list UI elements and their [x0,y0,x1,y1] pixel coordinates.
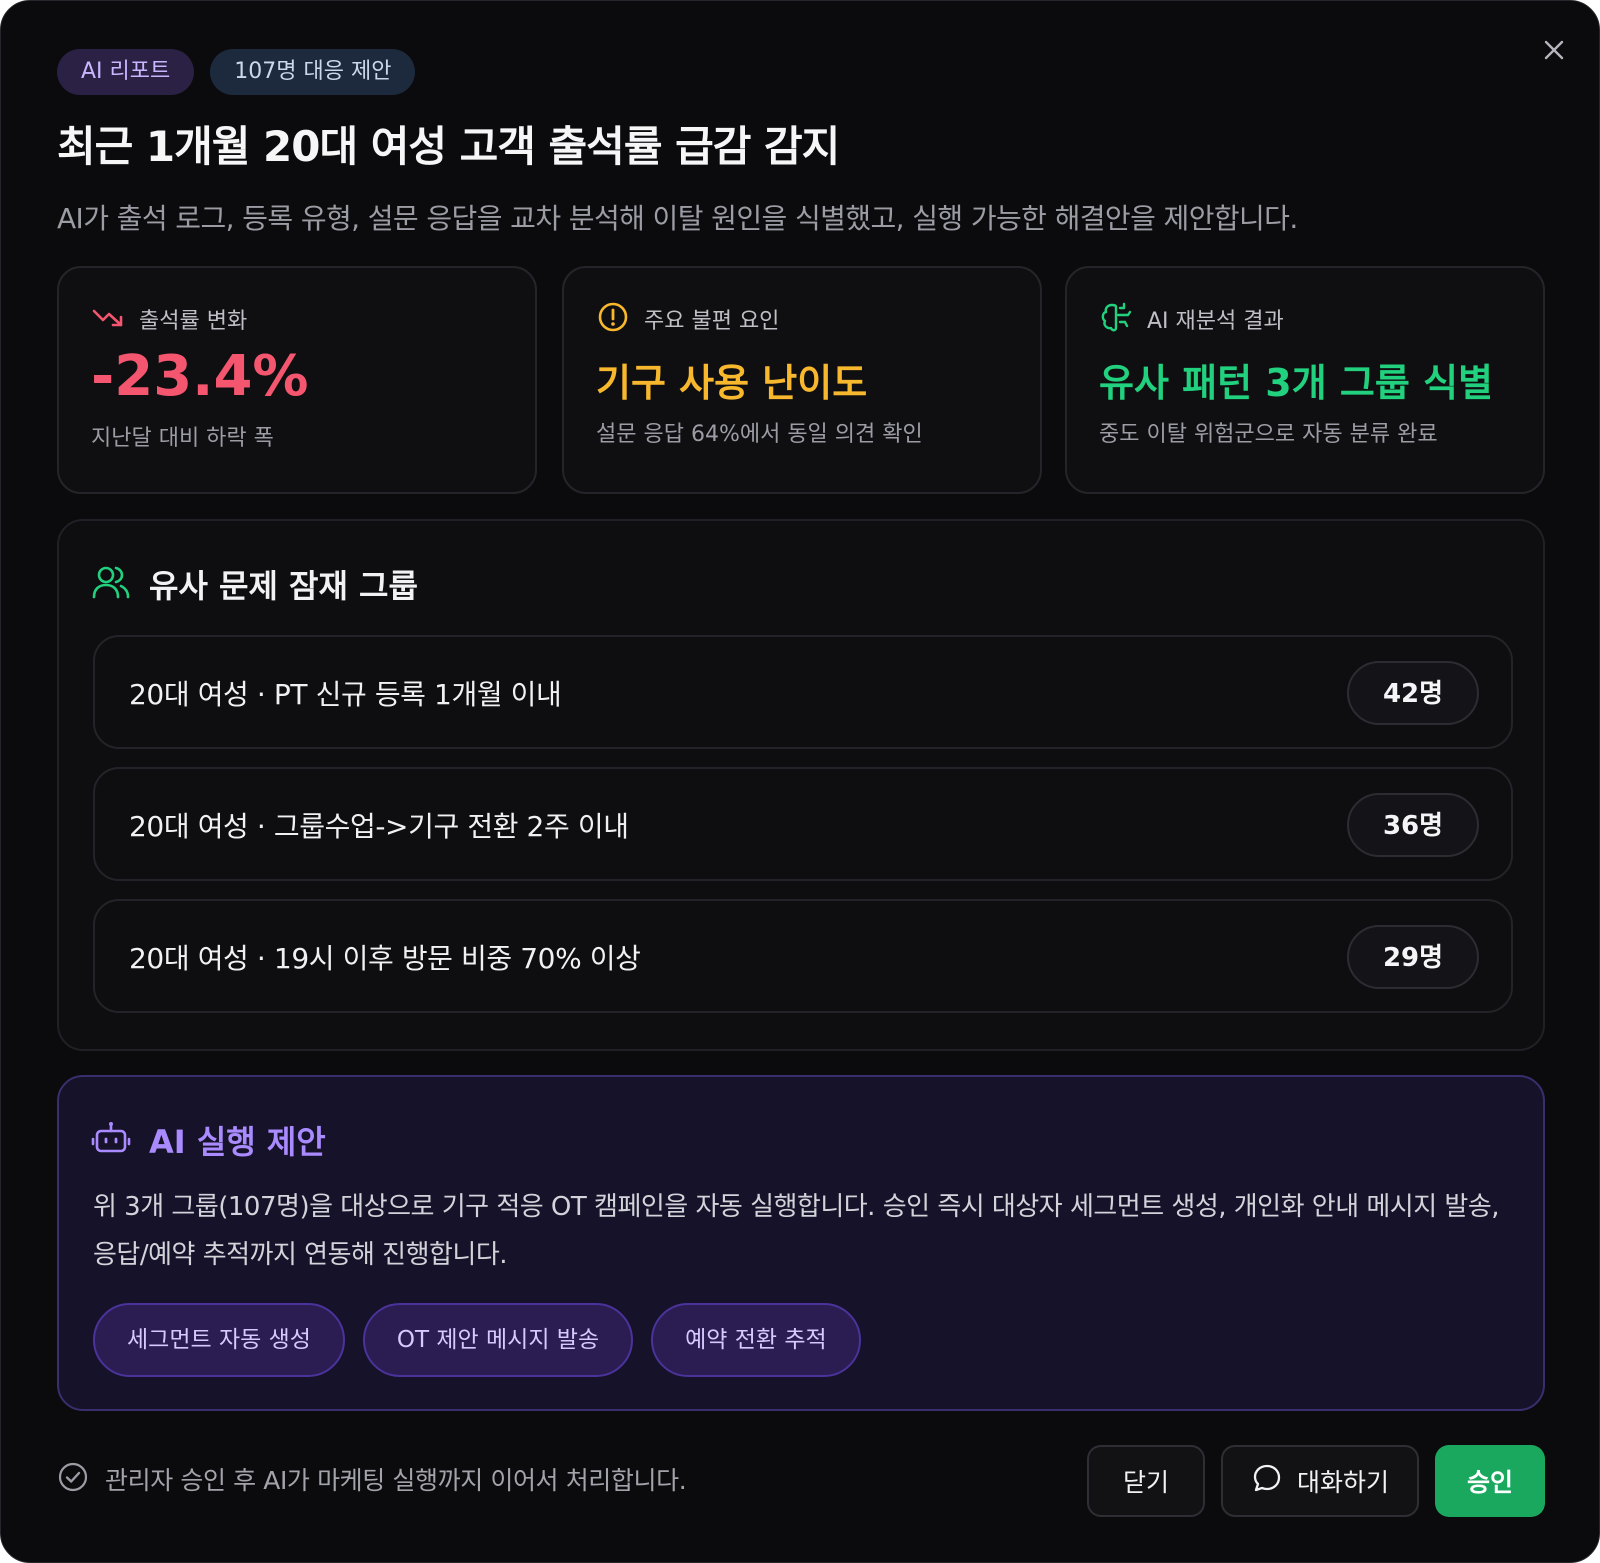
badge-group: AI 리포트 107명 대응 제안 [57,49,416,95]
group-count-badge: 42명 [1347,661,1479,725]
trend-down-icon [91,300,125,338]
brain-icon [1099,300,1133,338]
alert-circle-icon [596,300,630,338]
chat-button-label: 대화하기 [1296,1468,1389,1497]
chat-button[interactable]: 대화하기 [1221,1445,1419,1517]
stat-card-pain-point: 주요 불편 요인 기구 사용 난이도 설문 응답 64%에서 동일 의견 확인 [562,266,1042,494]
similar-groups-panel: 유사 문제 잠재 그룹 20대 여성 · PT 신규 등록 1개월 이내 42명… [57,519,1545,1051]
group-count-badge: 36명 [1347,793,1479,857]
ai-exec-description: 위 3개 그룹(107명)을 대상으로 기구 적응 OT 캠페인을 자동 실행합… [93,1192,1500,1270]
group-label: 20대 여성 · PT 신규 등록 1개월 이내 [129,678,562,711]
footer-note: 관리자 승인 후 AI가 마케팅 실행까지 이어서 처리합니다. [57,1461,687,1497]
group-label: 20대 여성 · 그룹수업->기구 전환 2주 이내 [129,810,629,843]
group-row[interactable]: 20대 여성 · 19시 이후 방문 비중 70% 이상 29명 [93,899,1513,1013]
ai-execution-panel: AI 실행 제안 위 3개 그룹(107명)을 대상으로 기구 적응 OT 캠페… [57,1075,1545,1411]
ai-report-modal: AI 리포트 107명 대응 제안 최근 1개월 20대 여성 고객 출석률 급… [0,0,1600,1563]
chat-bubble-icon [1251,1462,1283,1500]
approve-button-label: 승인 [1466,1468,1513,1497]
page-subtitle: AI가 출석 로그, 등록 유형, 설문 응답을 교차 분석해 이탈 원인을 식… [57,202,1298,235]
stat-card-attendance: 출석률 변화 -23.4% 지난달 대비 하락 폭 [57,266,537,494]
close-icon[interactable] [1537,33,1571,67]
group-row[interactable]: 20대 여성 · PT 신규 등록 1개월 이내 42명 [93,635,1513,749]
stat-value: -23.4% [91,344,309,409]
stat-desc: 지난달 대비 하락 폭 [91,426,274,451]
groups-title: 유사 문제 잠재 그룹 [149,567,418,605]
approve-button[interactable]: 승인 [1435,1445,1545,1517]
footer-note-text: 관리자 승인 후 AI가 마케팅 실행까지 이어서 처리합니다. [105,1466,687,1495]
users-icon [91,562,131,606]
close-button[interactable]: 닫기 [1087,1445,1205,1517]
check-circle-icon [57,1461,89,1497]
stat-value: 유사 패턴 3개 그룹 식별 [1099,361,1493,405]
stat-desc: 설문 응답 64%에서 동일 의견 확인 [596,422,923,447]
response-count-badge: 107명 대응 제안 [210,49,416,95]
stat-value: 기구 사용 난이도 [596,361,868,405]
stat-label: 출석률 변화 [139,309,248,334]
ai-report-badge: AI 리포트 [57,49,195,95]
group-row[interactable]: 20대 여성 · 그룹수업->기구 전환 2주 이내 36명 [93,767,1513,881]
ai-exec-title: AI 실행 제안 [149,1123,326,1161]
group-count-badge: 29명 [1347,925,1479,989]
segment-auto-create-chip[interactable]: 세그먼트 자동 생성 [93,1303,345,1377]
stat-card-ai-reanalysis: AI 재분석 결과 유사 패턴 3개 그룹 식별 중도 이탈 위험군으로 자동 … [1065,266,1545,494]
close-button-label: 닫기 [1122,1468,1169,1497]
action-chip-group: 세그먼트 자동 생성 OT 제안 메시지 발송 예약 전환 추적 [93,1303,861,1377]
stat-desc: 중도 이탈 위험군으로 자동 분류 완료 [1099,422,1438,447]
stat-label: AI 재분석 결과 [1147,309,1284,334]
page-title: 최근 1개월 20대 여성 고객 출석률 급감 감지 [57,122,840,171]
group-label: 20대 여성 · 19시 이후 방문 비중 70% 이상 [129,942,641,975]
stat-label: 주요 불편 요인 [644,309,780,334]
robot-icon [91,1118,131,1162]
ot-message-send-chip[interactable]: OT 제안 메시지 발송 [362,1303,634,1377]
booking-conversion-track-chip[interactable]: 예약 전환 추적 [651,1303,861,1377]
